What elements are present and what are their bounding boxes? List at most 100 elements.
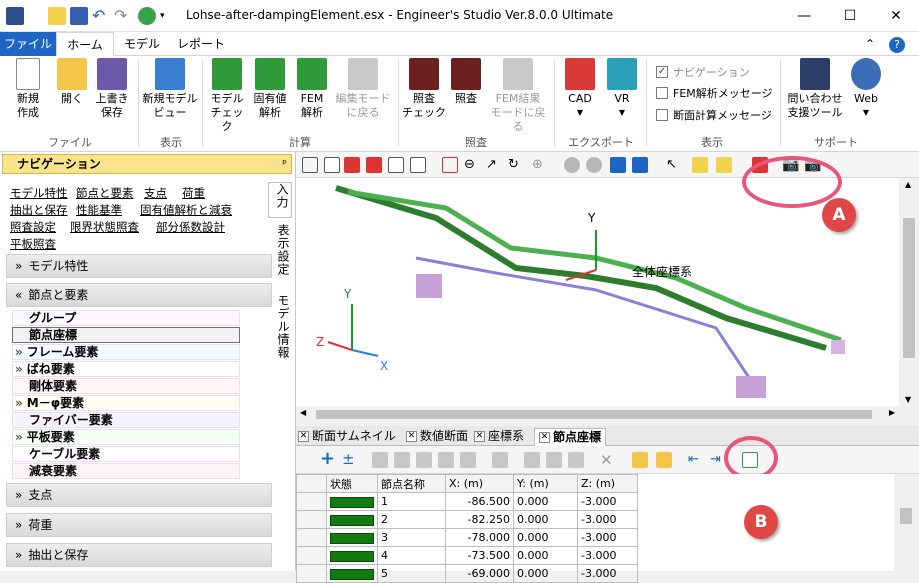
align-left-icon[interactable]: ⇤ — [688, 452, 704, 468]
link-performance[interactable]: 性能基準 — [76, 202, 122, 218]
shot-icon[interactable] — [610, 157, 626, 173]
select-cursor-icon[interactable]: ↖ — [666, 157, 682, 173]
clear-icon[interactable] — [568, 452, 584, 468]
list-item-spring-element[interactable]: » ばね要素 — [12, 361, 240, 377]
save-icon[interactable] — [70, 7, 88, 25]
add-row-icon[interactable]: + — [320, 450, 336, 468]
maximize-button[interactable]: ☐ — [827, 0, 873, 32]
grid-vertical-scrollbar[interactable] — [894, 474, 919, 571]
y-cell[interactable]: 0.000 — [513, 510, 578, 529]
column-header-y[interactable]: Y: (m) — [513, 474, 578, 493]
scroll-up-icon[interactable]: ▲ — [905, 180, 911, 189]
cad-export-button[interactable]: CAD ▼ — [558, 58, 602, 120]
row-header-cell[interactable] — [296, 510, 327, 529]
side-tab-input[interactable]: 入力 — [268, 182, 292, 218]
link-verify-settings[interactable]: 照査設定 — [10, 219, 56, 235]
front-view-icon[interactable] — [344, 157, 360, 173]
link-nodes-elements[interactable]: 節点と要素 — [76, 185, 134, 201]
top-view-icon[interactable] — [388, 157, 404, 173]
z-cell[interactable]: -3.000 — [577, 528, 638, 547]
undo-icon[interactable]: ↶ — [92, 7, 110, 25]
iso-view-icon[interactable] — [324, 157, 340, 173]
link-eigen-damping[interactable]: 固有値解析と減衰 — [140, 202, 232, 218]
link-extract-save[interactable]: 抽出と保存 — [10, 202, 68, 218]
z-cell[interactable]: -3.000 — [577, 564, 638, 583]
list-item-node-coordinates[interactable]: 節点座標 — [12, 327, 240, 343]
copy-icon[interactable] — [524, 452, 540, 468]
viewport-vertical-scrollbar[interactable]: ▲ ▼ — [899, 178, 919, 406]
move-down-icon[interactable] — [394, 452, 410, 468]
side-view-icon[interactable] — [366, 157, 382, 173]
close-tab-icon[interactable]: ✕ — [298, 431, 309, 442]
node-name-cell[interactable]: 1 — [377, 492, 446, 511]
table-row[interactable]: 5 -69.000 0.000 -3.000 — [296, 564, 638, 583]
collapse-ribbon-icon[interactable]: ⌃ — [860, 32, 880, 56]
link-partial-factor[interactable]: 部分係数設計 — [156, 219, 225, 235]
list-item-rigid-element[interactable]: 剛体要素 — [12, 378, 240, 394]
help-icon[interactable]: ? — [882, 32, 912, 56]
section-loads[interactable]: » 荷重 — [6, 513, 272, 537]
new-button[interactable]: 新規 作成 — [6, 58, 50, 120]
renumber-icon[interactable] — [492, 452, 508, 468]
tab-coordinate-system[interactable]: ✕ 座標系 — [474, 428, 524, 446]
insert-row-icon[interactable]: ± — [342, 452, 358, 468]
table-row[interactable]: 1 -86.500 0.000 -3.000 — [296, 492, 638, 511]
rotate-icon[interactable]: ↻ — [508, 157, 524, 173]
select-box-icon[interactable] — [692, 157, 708, 173]
table-row[interactable]: 4 -73.500 0.000 -3.000 — [296, 546, 638, 565]
x-cell[interactable]: -78.000 — [445, 528, 514, 547]
column-header-z[interactable]: Z: (m) — [577, 474, 638, 493]
model-viewport[interactable]: Y 全体座標系 Y Z X A — [296, 156, 899, 406]
scroll-thumb[interactable] — [316, 410, 872, 419]
tab-node-coordinates[interactable]: ✕ 節点座標 — [534, 428, 607, 446]
list-item-frame-element[interactable]: » フレーム要素 — [12, 344, 240, 360]
column-header-node-name[interactable]: 節点名称 — [377, 474, 446, 493]
close-tab-icon[interactable]: ✕ — [474, 431, 485, 442]
section-extract-save[interactable]: » 抽出と保存 — [6, 543, 272, 567]
link-limit-state[interactable]: 限界状態照査 — [70, 219, 139, 235]
node-name-cell[interactable]: 3 — [377, 528, 446, 547]
vr-export-button[interactable]: VR ▼ — [604, 58, 640, 120]
z-cell[interactable]: -3.000 — [577, 546, 638, 565]
link-supports[interactable]: 支点 — [144, 185, 167, 201]
model-check-button[interactable]: モデル チェック — [206, 58, 248, 134]
scroll-thumb[interactable] — [900, 508, 912, 524]
quick-access-dropdown-icon[interactable]: ▾ — [160, 7, 170, 25]
fem-analysis-button[interactable]: FEM 解析 — [292, 58, 332, 120]
support-tool-button[interactable]: 問い合わせ 支援ツール — [784, 58, 846, 120]
scroll-thumb[interactable] — [903, 218, 915, 358]
paste-icon[interactable] — [546, 452, 562, 468]
back-icon[interactable] — [564, 157, 580, 173]
fit-view-icon[interactable] — [302, 157, 318, 173]
search-icon[interactable] — [632, 452, 648, 468]
section-supports[interactable]: » 支点 — [6, 483, 272, 507]
row-header-cell[interactable] — [296, 528, 327, 547]
link-plate-verify[interactable]: 平板照査 — [10, 236, 56, 252]
tab-model[interactable]: モデル — [116, 32, 168, 56]
select-lasso-icon[interactable] — [716, 157, 732, 173]
pin-icon[interactable]: ᵖ — [282, 155, 287, 173]
new-file-icon[interactable] — [48, 7, 66, 25]
list-item-plate-element[interactable]: » 平板要素 — [12, 429, 240, 445]
report-icon[interactable] — [656, 452, 672, 468]
tab-numeric-section[interactable]: ✕ 数値断面 — [406, 428, 468, 446]
back-to-fem-result-button[interactable]: FEM結果 モードに戻る — [486, 58, 550, 134]
y-cell[interactable]: 0.000 — [513, 564, 578, 583]
zoom-window-icon[interactable] — [442, 157, 458, 173]
minimize-button[interactable]: — — [781, 0, 827, 32]
info-icon[interactable] — [632, 157, 648, 173]
column-header-status[interactable]: 状態 — [326, 474, 378, 493]
fem-message-checkbox[interactable]: FEM解析メッセージ — [656, 85, 773, 101]
node-name-cell[interactable]: 4 — [377, 546, 446, 565]
redo-icon[interactable]: ↷ — [114, 7, 132, 25]
x-cell[interactable]: -86.500 — [445, 492, 514, 511]
verify-button[interactable]: 照査 — [448, 58, 484, 106]
link-loads[interactable]: 荷重 — [182, 185, 205, 201]
node-name-cell[interactable]: 5 — [377, 564, 446, 583]
web-button[interactable]: Web ▼ — [848, 58, 884, 120]
scroll-right-icon[interactable]: ▶ — [889, 408, 895, 417]
tab-home[interactable]: ホーム — [56, 32, 114, 57]
row-header-cell[interactable] — [296, 564, 327, 583]
side-tab-display-settings[interactable]: 表示設定 — [268, 224, 292, 286]
close-button[interactable]: ✕ — [873, 0, 919, 32]
